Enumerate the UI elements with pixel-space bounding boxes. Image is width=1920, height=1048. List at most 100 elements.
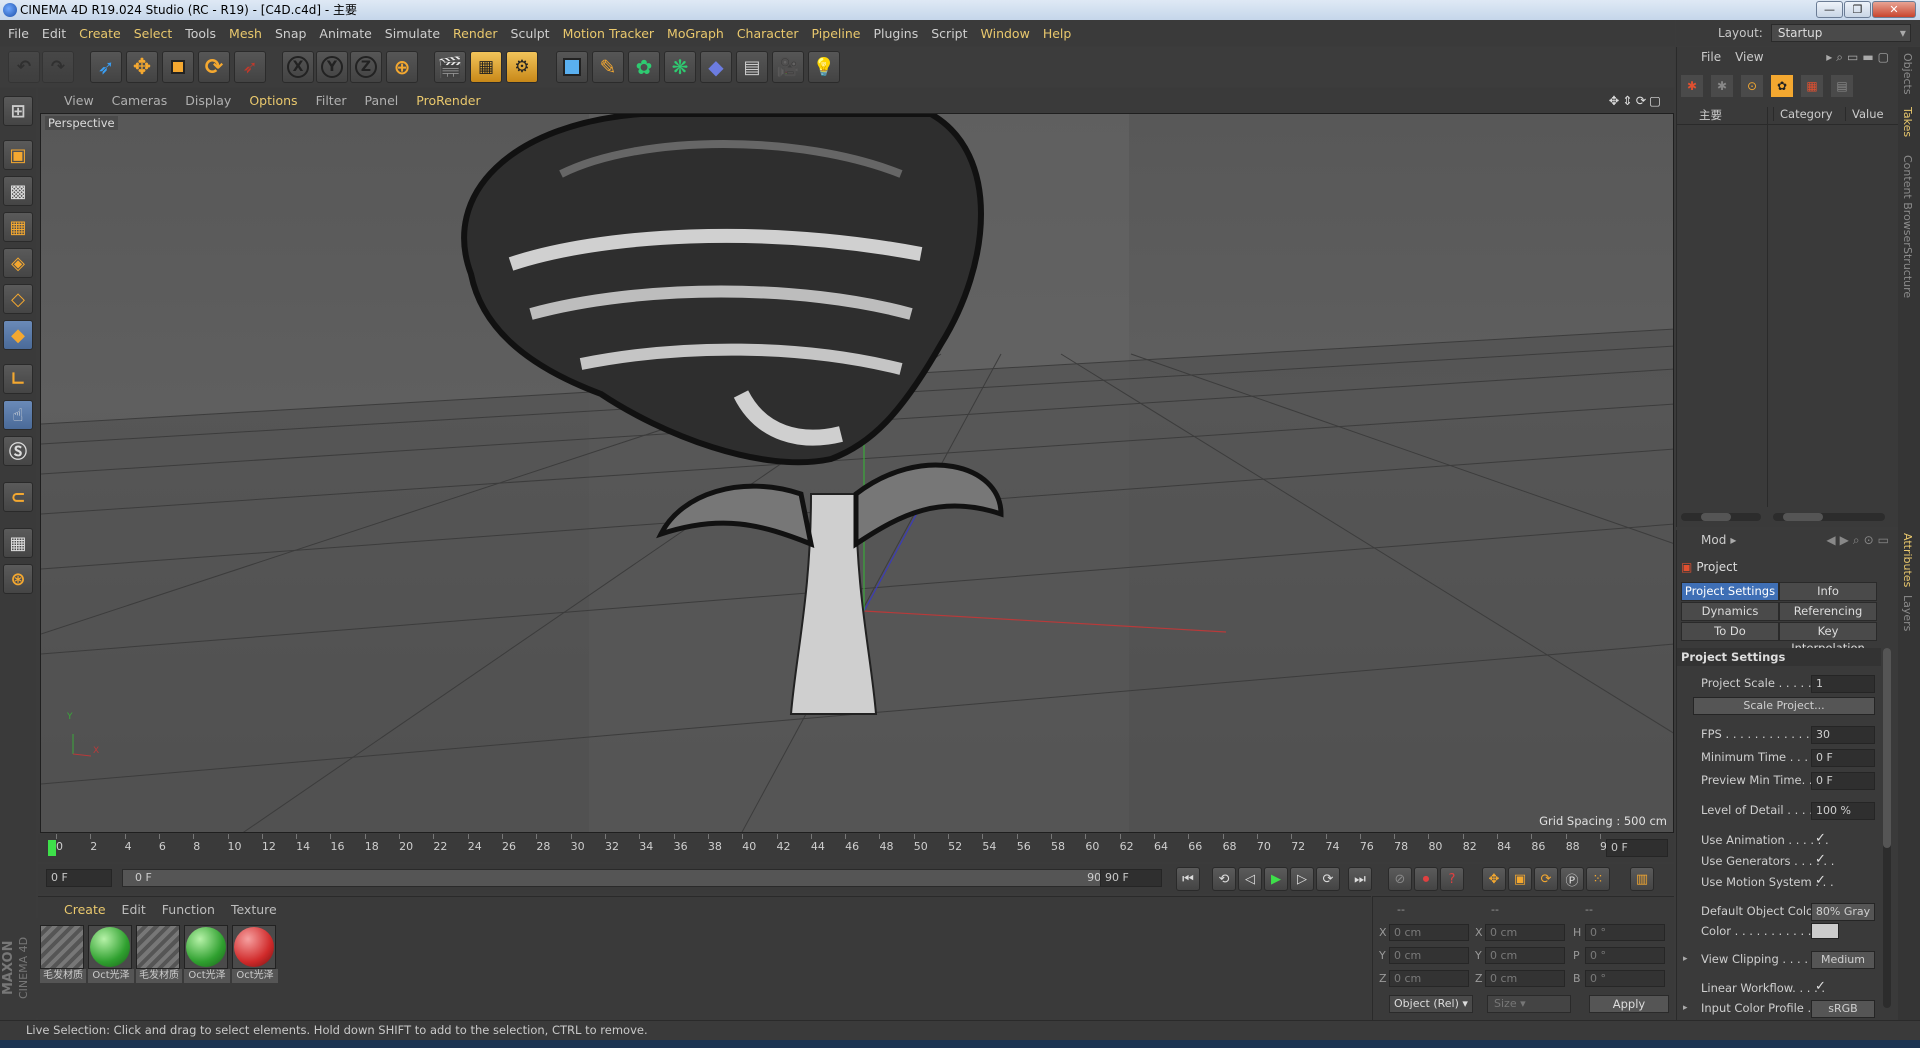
- size-x-field[interactable]: 0 cm: [1485, 924, 1565, 941]
- takes-scrollbar-left[interactable]: [1681, 513, 1761, 521]
- scale-key-icon[interactable]: ▣: [1508, 867, 1532, 891]
- rotation-b-field[interactable]: 0 °: [1585, 970, 1665, 987]
- tab-to-do[interactable]: To Do: [1681, 622, 1779, 641]
- texture-mode-icon[interactable]: ▩: [3, 176, 33, 206]
- tab-info[interactable]: Info: [1779, 582, 1877, 601]
- takes-panel-icons[interactable]: ▸⌕▭▬▢: [1826, 50, 1893, 65]
- material-swatch-oct-green-2[interactable]: Oct光泽: [184, 925, 230, 987]
- view-clipping-dropdown[interactable]: Medium: [1811, 951, 1875, 969]
- size-mode-dropdown[interactable]: Size ▾: [1487, 995, 1571, 1013]
- render-take-icon[interactable]: ▦: [1801, 75, 1823, 97]
- material-menu-texture[interactable]: Texture: [231, 902, 277, 917]
- menu-help[interactable]: Help: [1043, 26, 1072, 41]
- points-mode-icon[interactable]: ◈: [3, 248, 33, 278]
- end-frame-field[interactable]: 90 F: [1100, 869, 1162, 887]
- play-forward-icon[interactable]: ▶: [1264, 867, 1288, 891]
- material-menu-create[interactable]: Create: [64, 902, 106, 917]
- menu-plugins[interactable]: Plugins: [873, 26, 918, 41]
- timeline-window-icon[interactable]: ▥: [1630, 867, 1654, 891]
- linear-workflow-checkbox[interactable]: ✓: [1815, 979, 1826, 994]
- viewport-menu-cameras[interactable]: Cameras: [112, 93, 168, 108]
- pen-spline-icon[interactable]: ✎: [592, 51, 624, 83]
- next-key-icon[interactable]: ⟳: [1316, 867, 1340, 891]
- workplane-mode-icon[interactable]: ▦: [3, 212, 33, 242]
- material-swatch-hair-1[interactable]: 毛发材质: [40, 925, 86, 987]
- light-icon[interactable]: 💡: [808, 51, 840, 83]
- z-axis-lock-button[interactable]: Z: [350, 51, 382, 83]
- auto-take-icon[interactable]: ⊙: [1741, 75, 1763, 97]
- material-swatch-hair-2[interactable]: 毛发材质: [136, 925, 182, 987]
- parameter-key-icon[interactable]: Ⓟ: [1560, 867, 1584, 891]
- viewport-menu-prorender[interactable]: ProRender: [416, 93, 480, 108]
- y-axis-lock-button[interactable]: Y: [316, 51, 348, 83]
- perspective-viewport[interactable]: Perspective Y X Grid Spacing : 500 cm: [40, 113, 1674, 833]
- menu-tools[interactable]: Tools: [185, 26, 216, 41]
- take-settings-icon[interactable]: ▤: [1831, 75, 1853, 97]
- viewport-menu-panel[interactable]: Panel: [365, 93, 399, 108]
- menu-mograph[interactable]: MoGraph: [667, 26, 724, 41]
- position-x-field[interactable]: 0 cm: [1389, 924, 1469, 941]
- expand-arrow-icon[interactable]: ▸: [1683, 1003, 1688, 1013]
- menu-edit[interactable]: Edit: [42, 26, 66, 41]
- point-level-animation-icon[interactable]: ⁙: [1586, 867, 1610, 891]
- menu-render[interactable]: Render: [453, 26, 498, 41]
- render-settings-icon[interactable]: ⚙: [506, 51, 538, 83]
- undo-icon[interactable]: ↶: [8, 51, 40, 83]
- expand-arrow-icon[interactable]: ▸: [1683, 954, 1688, 964]
- snap-icon[interactable]: ⊂: [3, 482, 33, 512]
- edges-mode-icon[interactable]: ◇: [3, 284, 33, 314]
- material-swatch-oct-green-1[interactable]: Oct光泽: [88, 925, 134, 987]
- preview-min-time-field[interactable]: 0 F: [1811, 772, 1875, 790]
- size-y-field[interactable]: 0 cm: [1485, 947, 1565, 964]
- rotation-h-field[interactable]: 0 °: [1585, 924, 1665, 941]
- floor-icon[interactable]: ▤: [736, 51, 768, 83]
- solo-mode-icon[interactable]: Ⓢ: [3, 436, 33, 466]
- viewport-navigation-icons[interactable]: ✥⇕⟳▢: [1609, 93, 1664, 108]
- coordinate-mode-dropdown[interactable]: Object (Rel) ▾: [1389, 995, 1473, 1013]
- menu-motion-tracker[interactable]: Motion Tracker: [563, 26, 654, 41]
- material-swatch-oct-red[interactable]: Oct光泽: [232, 925, 278, 987]
- scale-tool-icon[interactable]: [162, 51, 194, 83]
- layout-dropdown[interactable]: Startup: [1770, 24, 1911, 42]
- mode-arrow-icon[interactable]: ▸: [1730, 533, 1736, 547]
- side-tab-content-browser[interactable]: Content Browser: [1901, 155, 1914, 247]
- current-frame-marker[interactable]: [48, 840, 56, 856]
- autokeying-icon[interactable]: ⏺: [1414, 867, 1438, 891]
- maximize-button[interactable]: ❐: [1844, 1, 1871, 18]
- use-animation-checkbox[interactable]: ✓: [1815, 831, 1826, 846]
- make-editable-icon[interactable]: ⊞: [3, 96, 33, 126]
- subdivision-surface-icon[interactable]: ✿: [628, 51, 660, 83]
- close-button[interactable]: ✕: [1872, 1, 1916, 18]
- cube-object-icon[interactable]: [556, 51, 588, 83]
- axis-mode-icon[interactable]: ∟: [3, 364, 33, 394]
- lock-workplane-icon[interactable]: ▦: [3, 528, 33, 558]
- camera-icon[interactable]: 🎥: [772, 51, 804, 83]
- rotation-p-field[interactable]: 0 °: [1585, 947, 1665, 964]
- tab-project-settings[interactable]: Project Settings: [1681, 582, 1779, 601]
- fps-field[interactable]: 30: [1811, 726, 1875, 744]
- rotation-key-icon[interactable]: ⟳: [1534, 867, 1558, 891]
- menu-file[interactable]: File: [8, 26, 29, 41]
- menu-character[interactable]: Character: [737, 26, 799, 41]
- side-tab-attributes[interactable]: Attributes: [1901, 533, 1914, 587]
- coordinate-system-icon[interactable]: ⊕: [386, 51, 418, 83]
- model-mode-icon[interactable]: ▣: [3, 140, 33, 170]
- menu-mesh[interactable]: Mesh: [229, 26, 262, 41]
- size-z-field[interactable]: 0 cm: [1485, 970, 1565, 987]
- take-override-icon[interactable]: ✱: [1711, 75, 1733, 97]
- menu-select[interactable]: Select: [134, 26, 173, 41]
- viewport-menu-filter[interactable]: Filter: [316, 93, 347, 108]
- menu-script[interactable]: Script: [931, 26, 967, 41]
- project-scale-field[interactable]: 1: [1811, 675, 1875, 693]
- current-frame-field[interactable]: 0 F: [1606, 839, 1668, 857]
- takes-menu-file[interactable]: File: [1701, 50, 1721, 64]
- tab-dynamics[interactable]: Dynamics: [1681, 602, 1779, 621]
- rotate-tool-icon[interactable]: ⟳: [198, 51, 230, 83]
- attributes-nav-icons[interactable]: ◀▶⌕⊙▭: [1826, 533, 1893, 548]
- live-selection-icon[interactable]: ➶: [90, 51, 122, 83]
- menu-animate[interactable]: Animate: [319, 26, 371, 41]
- menu-pipeline[interactable]: Pipeline: [812, 26, 861, 41]
- viewport-menu-display[interactable]: Display: [185, 93, 231, 108]
- deformer-icon[interactable]: ◆: [700, 51, 732, 83]
- use-generators-checkbox[interactable]: ✓: [1815, 852, 1826, 867]
